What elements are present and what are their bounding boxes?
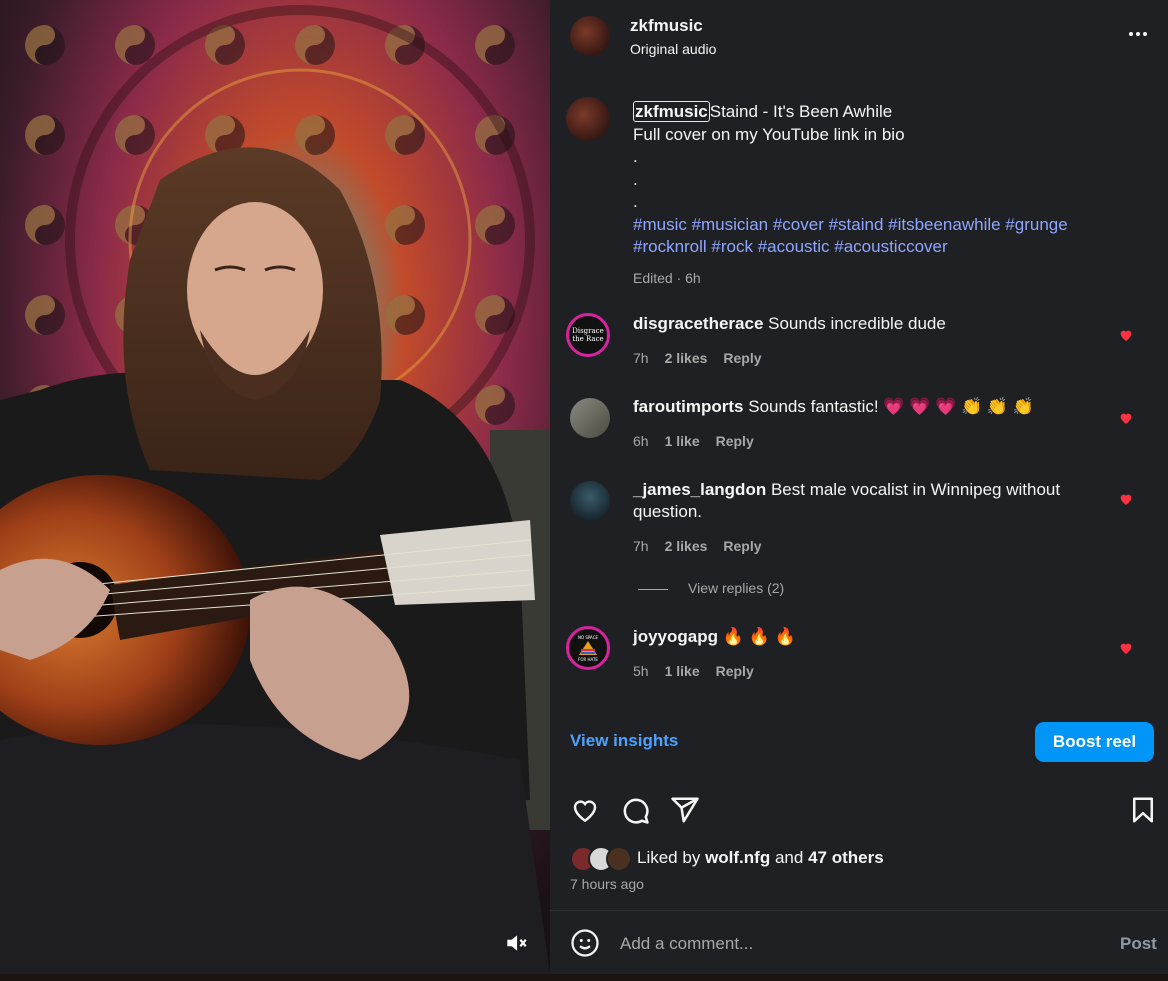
video-frame <box>0 0 550 974</box>
bookmark-icon[interactable] <box>1128 795 1158 825</box>
caption-dot: . <box>633 169 638 189</box>
avatar-logo: Disgrace the Race <box>571 318 605 352</box>
commenter-avatar[interactable] <box>570 481 610 521</box>
likes-prefix: Liked by <box>637 848 701 867</box>
comment-time: 6h <box>633 433 649 449</box>
comment-username[interactable]: faroutimports <box>633 397 744 416</box>
view-replies-label: View replies (2) <box>688 580 785 596</box>
comment-text: Sounds fantastic! 💗 💗 💗 👏 👏 👏 <box>748 397 1034 416</box>
reel-video[interactable] <box>0 0 550 974</box>
comment-text: Sounds incredible dude <box>768 314 946 333</box>
post-side-panel: zkfmusic Original audio zkfmusic Staind -… <box>550 0 1168 974</box>
caption-line1: Staind - It's Been Awhile <box>709 102 893 121</box>
caption-dot: . <box>633 147 638 166</box>
comment-likes[interactable]: 1 like <box>665 663 700 679</box>
caption-avatar[interactable] <box>566 97 610 141</box>
view-insights-link[interactable]: View insights <box>570 731 678 751</box>
comment-username[interactable]: disgracetherace <box>633 314 763 333</box>
comment-body: joyyogapg 🔥 🔥 🔥 <box>633 626 1073 648</box>
reply-button[interactable]: Reply <box>723 538 761 554</box>
likes-summary[interactable]: Liked by wolf.nfg and 47 others <box>637 848 884 868</box>
likes-others[interactable]: 47 others <box>808 848 884 867</box>
caption: zkfmusic Staind - It's Been Awhile Full c… <box>633 101 1103 289</box>
comment-meta: 7h 2 likes Reply <box>633 538 778 554</box>
svg-text:Disgrace: Disgrace <box>572 327 604 335</box>
reply-button[interactable]: Reply <box>716 663 754 679</box>
comment-time: 5h <box>633 663 649 679</box>
comment-time: 7h <box>633 350 649 366</box>
heart-filled-icon[interactable] <box>1118 327 1134 343</box>
caption-hashtags[interactable]: #rocknroll #rock #acoustic #acousticcove… <box>633 236 1103 259</box>
mute-icon[interactable] <box>503 930 529 956</box>
commenter-avatar[interactable] <box>570 398 610 438</box>
audio-label[interactable]: Original audio <box>630 41 716 57</box>
author-avatar[interactable] <box>570 16 610 56</box>
comment-body: faroutimports Sounds fantastic! 💗 💗 💗 👏 … <box>633 396 1073 418</box>
more-horizontal-icon[interactable] <box>1126 22 1150 46</box>
comment-icon[interactable] <box>620 795 650 825</box>
heart-filled-icon[interactable] <box>1118 410 1134 426</box>
reply-button[interactable]: Reply <box>723 350 761 366</box>
like-icon[interactable] <box>570 795 600 825</box>
caption-hashtags[interactable]: #music #musician #cover #staind #itsbeen… <box>633 214 1103 237</box>
post-button[interactable]: Post <box>1120 934 1157 954</box>
view-replies-button[interactable]: View replies (2) <box>638 580 784 596</box>
caption-line2: Full cover on my YouTube link in bio <box>633 124 905 144</box>
heart-filled-icon[interactable] <box>1118 640 1134 656</box>
avatar-logo: NO SPACE FOR HATE <box>571 631 605 665</box>
svg-text:FOR HATE: FOR HATE <box>578 657 598 662</box>
comment-time: 7h <box>633 538 649 554</box>
heart-filled-icon[interactable] <box>1118 491 1134 507</box>
comment-body: disgracetherace Sounds incredible dude <box>633 313 1073 335</box>
svg-text:NO SPACE: NO SPACE <box>578 635 599 640</box>
comment-bar: Post <box>550 910 1168 975</box>
commenter-avatar[interactable]: Disgrace the Race <box>566 313 610 357</box>
likes-and: and <box>774 848 804 867</box>
liker-avatar <box>606 846 632 872</box>
reply-button[interactable]: Reply <box>716 433 754 449</box>
author-username[interactable]: zkfmusic <box>630 16 703 36</box>
caption-username[interactable]: zkfmusic <box>633 101 710 122</box>
comment-likes[interactable]: 2 likes <box>665 538 708 554</box>
caption-meta: Edited · 6h <box>633 269 701 286</box>
commenter-avatar[interactable]: NO SPACE FOR HATE <box>566 626 610 670</box>
comment-username[interactable]: _james_langdon <box>633 480 766 499</box>
post-timestamp: 7 hours ago <box>570 876 644 892</box>
emoji-icon[interactable] <box>570 928 600 958</box>
comment-likes[interactable]: 1 like <box>665 433 700 449</box>
boost-reel-button[interactable]: Boost reel <box>1035 722 1154 762</box>
comment-meta: 5h 1 like Reply <box>633 663 770 679</box>
svg-text:the Race: the Race <box>572 335 603 343</box>
liker-username[interactable]: wolf.nfg <box>705 848 770 867</box>
comment-meta: 7h 2 likes Reply <box>633 350 778 366</box>
comment-username[interactable]: joyyogapg <box>633 627 718 646</box>
replies-divider <box>638 588 668 590</box>
share-icon[interactable] <box>670 795 700 825</box>
comment-likes[interactable]: 2 likes <box>665 350 708 366</box>
comment-text: 🔥 🔥 🔥 <box>722 627 796 646</box>
caption-dot: . <box>633 192 638 211</box>
comment-meta: 6h 1 like Reply <box>633 433 770 449</box>
comment-body: _james_langdon Best male vocalist in Win… <box>633 479 1073 523</box>
bottom-strip <box>0 974 1168 981</box>
comment-input[interactable] <box>618 926 1092 962</box>
